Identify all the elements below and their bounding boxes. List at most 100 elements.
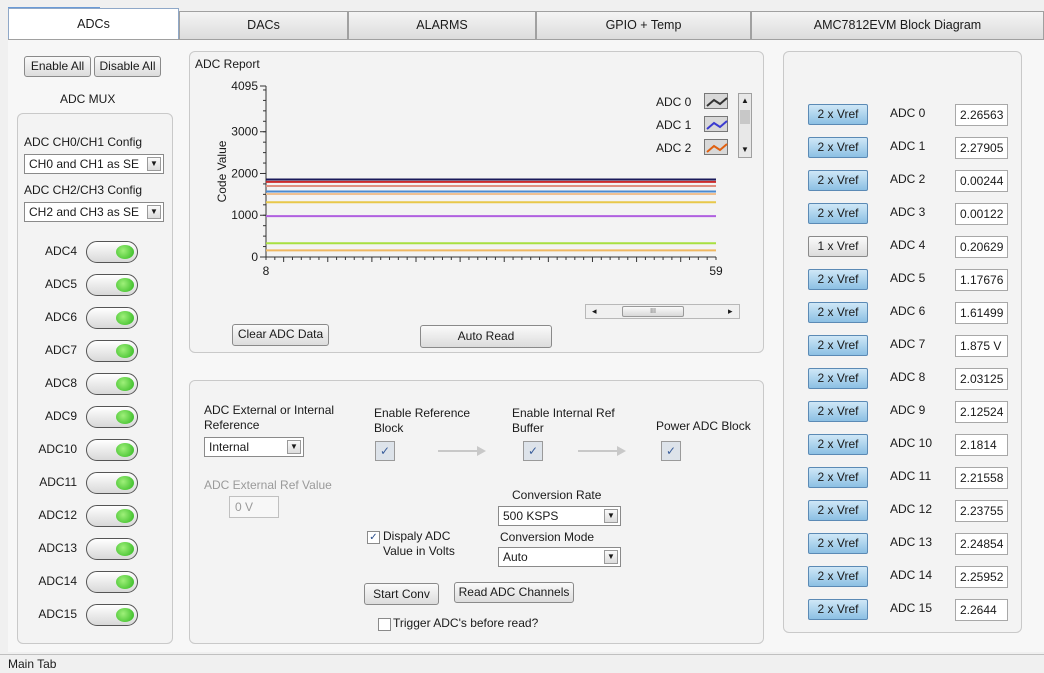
reference-select[interactable]: Internal ▼ xyxy=(204,437,304,457)
adc-channel-label: ADC 10 xyxy=(890,436,933,450)
conversion-rate-select[interactable]: 500 KSPS ▼ xyxy=(498,506,621,526)
ext-ref-input[interactable]: 0 V xyxy=(229,496,279,518)
x-tick-label: 8 xyxy=(263,264,270,278)
legend-scrollbar[interactable]: ▲ ▼ xyxy=(738,93,752,158)
read-adc-channels-button[interactable]: Read ADC Channels xyxy=(454,582,574,603)
vref-toggle-button[interactable]: 2 x Vref xyxy=(808,137,868,158)
vref-toggle-button[interactable]: 2 x Vref xyxy=(808,401,868,422)
adc-value-display: 1.875 V xyxy=(955,335,1008,357)
conversion-rate-value: 500 KSPS xyxy=(503,509,559,523)
led-label-adc13: ADC13 xyxy=(38,541,77,555)
y-tick-label: 2000 xyxy=(231,166,258,180)
power-adc-block-label: Power ADC Block xyxy=(656,419,751,433)
led-indicator-adc10[interactable] xyxy=(86,439,138,461)
vref-toggle-button[interactable]: 2 x Vref xyxy=(808,599,868,620)
vref-toggle-button[interactable]: 2 x Vref xyxy=(808,104,868,125)
vref-toggle-button[interactable]: 2 x Vref xyxy=(808,203,868,224)
led-indicator-adc7[interactable] xyxy=(86,340,138,362)
vref-toggle-button[interactable]: 2 x Vref xyxy=(808,269,868,290)
led-label-adc5: ADC5 xyxy=(44,277,77,291)
adc-value-display: 2.23755 xyxy=(955,500,1008,522)
led-indicator-adc8[interactable] xyxy=(86,373,138,395)
adc-channel-label: ADC 3 xyxy=(890,205,926,219)
legend-swatch-icon xyxy=(704,139,728,155)
led-indicator-adc6[interactable] xyxy=(86,307,138,329)
adc-value-display: 2.24854 xyxy=(955,533,1008,555)
tab-alarms[interactable]: ALARMS xyxy=(348,11,536,39)
disable-all-button[interactable]: Disable All xyxy=(94,56,161,77)
clear-adc-data-button[interactable]: Clear ADC Data xyxy=(232,324,329,346)
vref-toggle-button[interactable]: 1 x Vref xyxy=(808,236,868,257)
led-indicator-adc15[interactable] xyxy=(86,604,138,626)
legend-swatch-icon xyxy=(704,116,728,132)
led-label-adc4: ADC4 xyxy=(44,244,77,258)
led-light-icon xyxy=(116,410,134,424)
enable-int-ref-buffer-checkbox[interactable]: ✓ xyxy=(523,441,543,461)
led-indicator-adc9[interactable] xyxy=(86,406,138,428)
trigger-before-read-checkbox[interactable] xyxy=(378,618,391,631)
y-tick-label: 4095 xyxy=(231,79,258,93)
vref-toggle-button[interactable]: 2 x Vref xyxy=(808,170,868,191)
scroll-left-icon[interactable]: ◂ xyxy=(592,305,597,318)
led-label-adc11: ADC11 xyxy=(39,475,77,489)
led-label-adc9: ADC9 xyxy=(44,409,77,423)
auto-read-button[interactable]: Auto Read xyxy=(420,325,552,348)
led-indicator-adc5[interactable] xyxy=(86,274,138,296)
power-adc-block-checkbox[interactable]: ✓ xyxy=(661,441,681,461)
tab-dacs[interactable]: DACs xyxy=(179,11,348,39)
led-label-adc14: ADC14 xyxy=(38,574,77,588)
reference-value: Internal xyxy=(209,440,250,454)
vref-toggle-button[interactable]: 2 x Vref xyxy=(808,467,868,488)
arrow-right-icon xyxy=(477,446,486,456)
ch23-config-label: ADC CH2/CH3 Config xyxy=(24,183,143,197)
led-light-icon xyxy=(116,575,134,589)
tab-block-diagram[interactable]: AMC7812EVM Block Diagram xyxy=(751,11,1044,39)
enable-ref-block-checkbox[interactable]: ✓ xyxy=(375,441,395,461)
led-indicator-adc13[interactable] xyxy=(86,538,138,560)
led-light-icon xyxy=(116,344,134,358)
ch01-config-value: CH0 and CH1 as SE xyxy=(29,157,140,171)
led-label-adc8: ADC8 xyxy=(44,376,77,390)
led-light-icon xyxy=(116,377,134,391)
scroll-up-icon[interactable]: ▲ xyxy=(739,94,751,108)
scroll-thumb[interactable]: III xyxy=(622,306,684,317)
adc-channel-label: ADC 0 xyxy=(890,106,926,120)
adc-channel-label: ADC 5 xyxy=(890,271,926,285)
tab-gpio-temp[interactable]: GPIO + Temp xyxy=(536,11,751,39)
scroll-right-icon[interactable]: ▸ xyxy=(728,305,733,318)
enable-all-button[interactable]: Enable All xyxy=(24,56,91,77)
ch23-config-select[interactable]: CH2 and CH3 as SE ▼ xyxy=(24,202,164,222)
vref-toggle-button[interactable]: 2 x Vref xyxy=(808,500,868,521)
flow-arrow-line xyxy=(578,450,618,452)
conversion-mode-select[interactable]: Auto ▼ xyxy=(498,547,621,567)
adc-channel-label: ADC 12 xyxy=(890,502,933,516)
led-light-icon xyxy=(116,476,134,490)
vref-toggle-button[interactable]: 2 x Vref xyxy=(808,302,868,323)
adc-channel-label: ADC 14 xyxy=(890,568,933,582)
led-indicator-adc12[interactable] xyxy=(86,505,138,527)
display-volts-checkbox[interactable]: ✓ xyxy=(367,531,380,544)
led-indicator-adc14[interactable] xyxy=(86,571,138,593)
vref-toggle-button[interactable]: 2 x Vref xyxy=(808,533,868,554)
vref-toggle-button[interactable]: 2 x Vref xyxy=(808,434,868,455)
led-light-icon xyxy=(116,443,134,457)
led-indicator-adc4[interactable] xyxy=(86,241,138,263)
legend-scroll-thumb[interactable] xyxy=(740,110,750,124)
vref-toggle-button[interactable]: 2 x Vref xyxy=(808,566,868,587)
adc-value-display: 2.25952 xyxy=(955,566,1008,588)
legend-label: ADC 0 xyxy=(656,95,692,109)
legend-entry: ADC 2 xyxy=(656,139,736,157)
start-conv-button[interactable]: Start Conv xyxy=(364,583,439,605)
status-text: Main Tab xyxy=(8,657,57,671)
chart-horizontal-scrollbar[interactable]: ◂ III ▸ xyxy=(585,304,740,319)
ext-ref-label: ADC External Ref Value xyxy=(204,478,332,492)
chevron-down-icon: ▼ xyxy=(604,509,618,523)
scroll-down-icon[interactable]: ▼ xyxy=(739,143,751,157)
legend-swatch-icon xyxy=(704,93,728,109)
vref-toggle-button[interactable]: 2 x Vref xyxy=(808,368,868,389)
vref-toggle-button[interactable]: 2 x Vref xyxy=(808,335,868,356)
adc-value-display: 2.1814 xyxy=(955,434,1008,456)
tab-adcs[interactable]: ADCs xyxy=(8,8,179,40)
ch01-config-select[interactable]: CH0 and CH1 as SE ▼ xyxy=(24,154,164,174)
led-indicator-adc11[interactable] xyxy=(86,472,138,494)
